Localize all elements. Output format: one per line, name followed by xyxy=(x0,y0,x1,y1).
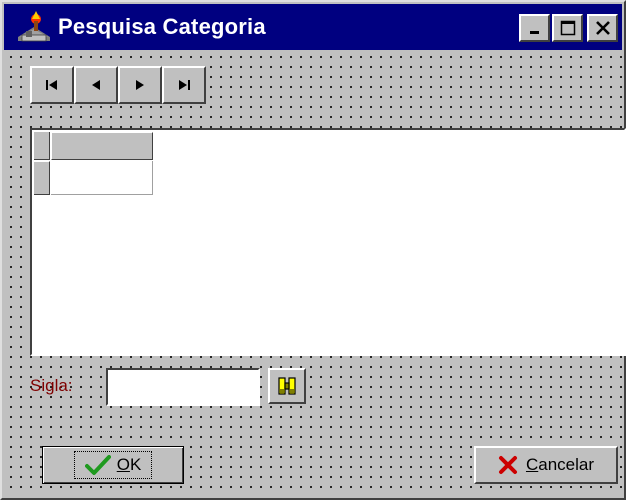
window-title: Pesquisa Categoria xyxy=(58,14,266,39)
prior-record-icon xyxy=(92,80,100,90)
grid-corner-header xyxy=(34,132,50,160)
ok-button[interactable]: OK xyxy=(42,446,184,484)
binoculars-icon xyxy=(278,377,296,395)
minimize-icon xyxy=(529,31,539,34)
find-button[interactable] xyxy=(268,368,306,404)
results-grid[interactable] xyxy=(30,128,626,356)
sigla-input[interactable] xyxy=(106,368,260,406)
nav-prior-button[interactable] xyxy=(74,66,118,104)
nav-first-button[interactable] xyxy=(30,66,74,104)
first-record-icon xyxy=(46,80,57,90)
x-icon xyxy=(498,456,517,474)
maximize-button[interactable] xyxy=(552,14,583,42)
client-area: Sigla: OK Cancelar xyxy=(4,50,626,496)
checkmark-icon xyxy=(84,455,111,475)
dialog-window: Pesquisa Categoria Sigla: OK Cancelar xyxy=(0,0,626,500)
building-icon xyxy=(18,11,50,42)
nav-last-button[interactable] xyxy=(162,66,206,104)
grid-column-header[interactable] xyxy=(51,132,153,160)
ok-label: OK xyxy=(116,455,142,474)
grid-row-indicator[interactable] xyxy=(34,161,50,195)
minimize-button[interactable] xyxy=(519,14,550,42)
close-icon xyxy=(595,21,610,35)
db-navigator xyxy=(30,66,206,104)
title-bar[interactable]: Pesquisa Categoria xyxy=(4,4,622,50)
last-record-icon xyxy=(179,80,190,90)
next-record-icon xyxy=(136,80,144,90)
grid-cell[interactable] xyxy=(51,161,153,195)
sigla-label: Sigla: xyxy=(30,376,73,395)
nav-next-button[interactable] xyxy=(118,66,162,104)
maximize-icon xyxy=(560,20,575,36)
cancel-button[interactable]: Cancelar xyxy=(474,446,618,484)
cancel-label: Cancelar xyxy=(525,455,595,474)
close-button[interactable] xyxy=(587,14,618,42)
